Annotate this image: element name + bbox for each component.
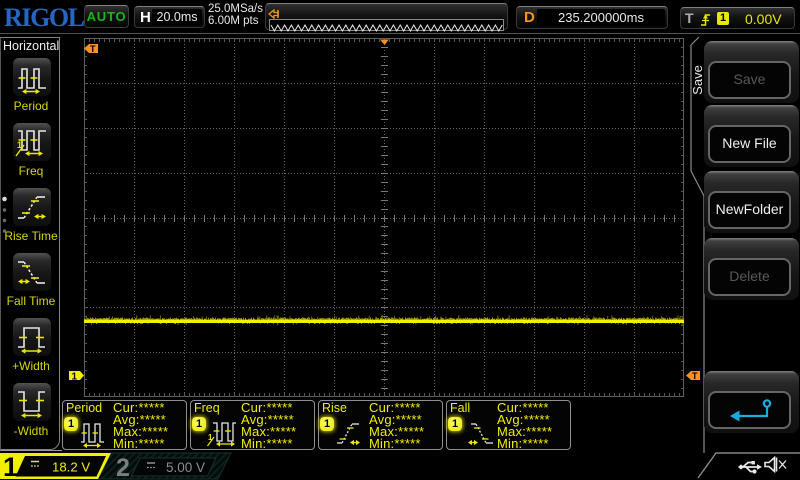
svg-text:1: 1: [3, 452, 18, 480]
svg-text:1: 1: [72, 372, 78, 383]
svg-text:T: T: [90, 44, 96, 54]
svg-text:1: 1: [208, 433, 213, 442]
svg-text:5.00 V: 5.00 V: [166, 460, 205, 475]
svg-text:2: 2: [116, 454, 130, 480]
svg-text:18.2 V: 18.2 V: [52, 460, 90, 475]
